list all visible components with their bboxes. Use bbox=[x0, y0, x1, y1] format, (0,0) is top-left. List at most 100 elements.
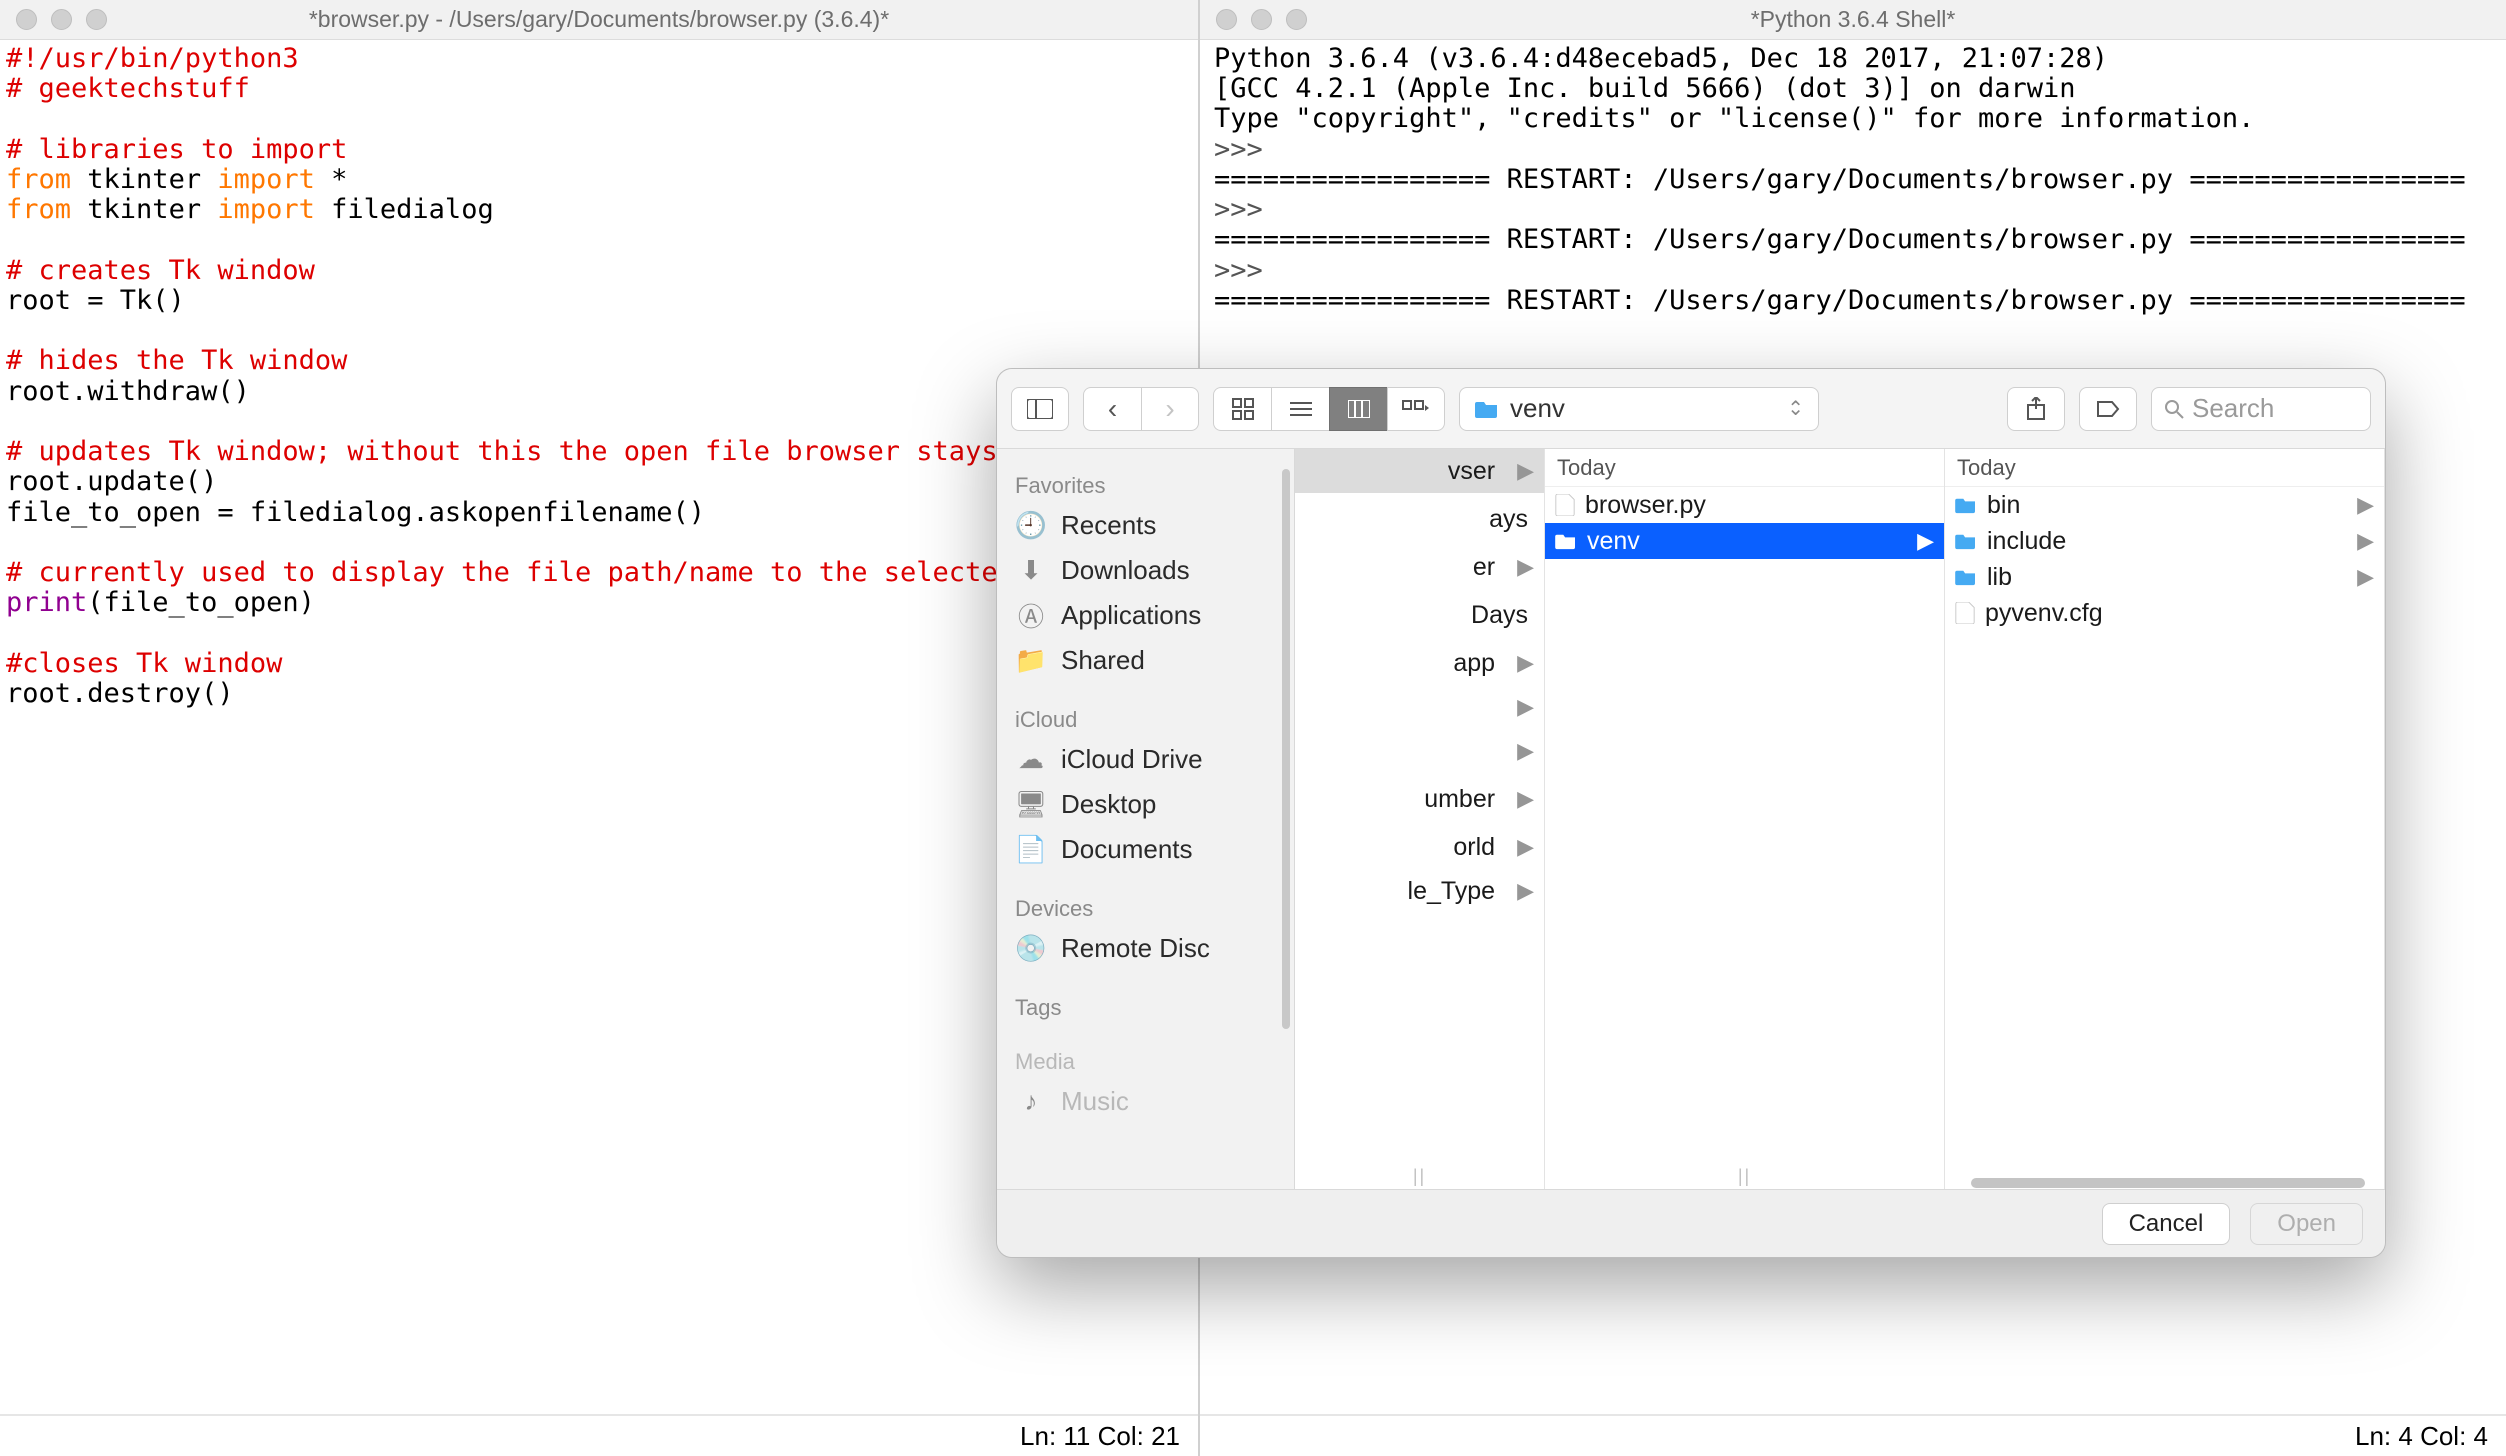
folder-icon bbox=[1555, 532, 1577, 550]
minimize-icon[interactable] bbox=[51, 9, 72, 30]
sidebar-item-label: Music bbox=[1061, 1086, 1129, 1117]
code-line: # geektechstuff bbox=[6, 73, 250, 104]
search-input[interactable]: Search bbox=[2151, 387, 2371, 431]
file-row[interactable]: umber▶ bbox=[1295, 773, 1544, 825]
cancel-button[interactable]: Cancel bbox=[2102, 1203, 2231, 1245]
editor-traffic-lights bbox=[16, 9, 107, 30]
file-row[interactable]: ▶ bbox=[1295, 685, 1544, 729]
path-label: venv bbox=[1510, 393, 1565, 424]
zoom-icon[interactable] bbox=[1286, 9, 1307, 30]
chevron-right-icon: ▶ bbox=[1917, 528, 1934, 554]
column-parent: vser▶ayser▶Daysapp▶▶▶umber▶orld▶le_Type▶… bbox=[1295, 449, 1545, 1189]
documents-icon: 📄 bbox=[1015, 837, 1047, 863]
music-icon: ♪ bbox=[1015, 1089, 1047, 1115]
code-line: # updates Tk window; without this the op… bbox=[6, 436, 1079, 467]
sidebar-item-downloads[interactable]: ⬇︎ Downloads bbox=[997, 548, 1294, 593]
path-dropdown[interactable]: venv ⌃⌄ bbox=[1459, 387, 1819, 431]
code-line bbox=[6, 406, 22, 437]
sidebar-item-applications[interactable]: ⒶApplications bbox=[997, 593, 1294, 638]
file-row[interactable]: app▶ bbox=[1295, 641, 1544, 685]
open-file-dialog: ‹ › venv ⌃⌄ bbox=[996, 368, 2386, 1258]
open-button[interactable]: Open bbox=[2250, 1203, 2363, 1245]
disc-icon: 💿 bbox=[1015, 936, 1047, 962]
file-row[interactable]: er▶ bbox=[1295, 545, 1544, 589]
close-icon[interactable] bbox=[1216, 9, 1237, 30]
file-row[interactable]: pyvenv.cfg bbox=[1945, 595, 2384, 631]
forward-button[interactable]: › bbox=[1141, 387, 1199, 431]
sidebar-item-label: Downloads bbox=[1061, 555, 1190, 586]
view-mode-group bbox=[1213, 387, 1445, 431]
sidebar-item-label: Documents bbox=[1061, 834, 1193, 865]
search-icon bbox=[2164, 399, 2184, 419]
shell-line: Python 3.6.4 (v3.6.4:d48ecebad5, Dec 18 … bbox=[1214, 43, 2108, 74]
file-row[interactable]: lib ▶ bbox=[1945, 559, 2384, 595]
txt: tkinter bbox=[71, 194, 217, 225]
sidebar-group-tags: Tags bbox=[997, 989, 1294, 1025]
column-view-button[interactable] bbox=[1329, 387, 1387, 431]
back-button[interactable]: ‹ bbox=[1083, 387, 1141, 431]
gallery-view-button[interactable] bbox=[1387, 387, 1445, 431]
icon-view-button[interactable] bbox=[1213, 387, 1271, 431]
sidebar-item-music[interactable]: ♪ Music bbox=[997, 1079, 1294, 1124]
file-row[interactable]: Days bbox=[1295, 589, 1544, 641]
sidebar-item-shared[interactable]: 📁Shared bbox=[997, 638, 1294, 683]
shell-line: ================= RESTART: /Users/gary/D… bbox=[1214, 285, 2466, 316]
code-line: root = Tk() bbox=[6, 285, 185, 316]
file-row[interactable]: venv ▶ bbox=[1545, 523, 1944, 559]
code-line: # hides the Tk window bbox=[6, 345, 347, 376]
file-row[interactable]: le_Type▶ bbox=[1295, 869, 1544, 913]
chevron-right-icon: ▶ bbox=[2357, 564, 2374, 590]
code-line bbox=[6, 224, 22, 255]
sidebar-item-documents[interactable]: 📄 Documents bbox=[997, 827, 1294, 872]
shell-prompt: >>> bbox=[1214, 134, 1263, 165]
code-line: # creates Tk window bbox=[6, 255, 315, 286]
tag-button[interactable] bbox=[2079, 387, 2137, 431]
code-line: root.withdraw() bbox=[6, 376, 250, 407]
share-button[interactable] bbox=[2007, 387, 2065, 431]
sidebar-scrollbar[interactable] bbox=[1282, 469, 1290, 1029]
sidebar-icon bbox=[1027, 399, 1053, 419]
sidebar-item-icloud-drive[interactable]: ☁︎iCloud Drive bbox=[997, 737, 1294, 782]
file-row[interactable]: ays bbox=[1295, 493, 1544, 545]
chevron-right-icon: ▶ bbox=[2357, 492, 2374, 518]
chevron-right-icon: ▶ bbox=[1517, 786, 1534, 812]
folder-icon bbox=[1474, 399, 1500, 419]
sidebar-item-label: iCloud Drive bbox=[1061, 744, 1203, 775]
downloads-icon: ⬇︎ bbox=[1015, 558, 1047, 584]
editor-status-text: Ln: 11 Col: 21 bbox=[1020, 1421, 1180, 1452]
close-icon[interactable] bbox=[16, 9, 37, 30]
shell-line: ================= RESTART: /Users/gary/D… bbox=[1214, 164, 2466, 195]
file-row[interactable]: orld▶ bbox=[1295, 825, 1544, 869]
sidebar-group-icloud: iCloud bbox=[997, 701, 1294, 737]
file-label: orld bbox=[1305, 833, 1495, 862]
zoom-icon[interactable] bbox=[86, 9, 107, 30]
file-row[interactable]: include▶ bbox=[1945, 523, 2384, 559]
code-line: root.update() bbox=[6, 466, 217, 497]
dialog-body: Favorites 🕘Recents ⬇︎Downloads ⒶApplicat… bbox=[997, 449, 2385, 1189]
code-line bbox=[6, 617, 22, 648]
grid-icon bbox=[1232, 398, 1254, 420]
sidebar-item-desktop[interactable]: 🖥Desktop bbox=[997, 782, 1294, 827]
file-row[interactable]: ▶ bbox=[1295, 729, 1544, 773]
shell-traffic-lights bbox=[1216, 9, 1307, 30]
file-icon bbox=[1955, 602, 1975, 624]
sidebar-item-label: Applications bbox=[1061, 600, 1201, 631]
txt: (file_to_open) bbox=[87, 587, 315, 618]
file-label: venv bbox=[1587, 527, 1640, 556]
txt: * bbox=[315, 164, 348, 195]
file-row[interactable]: vser▶ bbox=[1295, 449, 1544, 493]
sidebar-toggle-button[interactable] bbox=[1011, 387, 1069, 431]
shell-status-text: Ln: 4 Col: 4 bbox=[2355, 1421, 2488, 1452]
file-row[interactable]: bin▶ bbox=[1945, 487, 2384, 523]
minimize-icon[interactable] bbox=[1251, 9, 1272, 30]
file-label: lib bbox=[1987, 563, 2012, 592]
sidebar-item-remote-disc[interactable]: 💿Remote Disc bbox=[997, 926, 1294, 971]
list-view-button[interactable] bbox=[1271, 387, 1329, 431]
sidebar-item-recents[interactable]: 🕘Recents bbox=[997, 503, 1294, 548]
share-icon bbox=[2026, 397, 2046, 421]
code-line bbox=[6, 103, 22, 134]
file-row[interactable]: browser.py bbox=[1545, 487, 1944, 523]
column-header: Today bbox=[1945, 449, 2384, 487]
shared-icon: 📁 bbox=[1015, 648, 1047, 674]
code-line: # currently used to display the file pat… bbox=[6, 557, 1095, 588]
